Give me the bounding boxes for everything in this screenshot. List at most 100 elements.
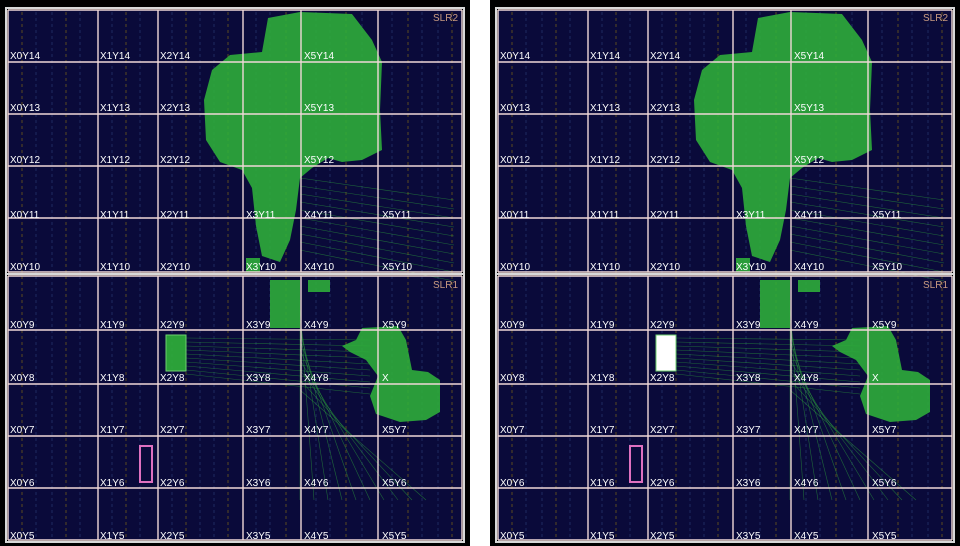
clock-region-label: X2Y11	[650, 210, 680, 221]
placement-cluster-x3y9	[760, 280, 790, 328]
clock-region-label: X0Y10	[10, 262, 40, 273]
clock-region-label: X4Y8	[794, 373, 819, 384]
clock-region-label: X3Y9	[736, 320, 761, 331]
clock-region-label: X3Y11	[246, 210, 276, 221]
clock-region-label: X0Y9	[10, 320, 35, 331]
clock-region-label: X1Y11	[100, 210, 130, 221]
pblock-x2y8-selected	[655, 334, 677, 372]
device-canvas-right[interactable]: SLR2 SLR1 X0Y14 X1Y14 X2Y14 X5Y14 X0Y13 X1Y13 X2…	[490, 0, 960, 546]
clock-region-label: X1Y7	[100, 425, 125, 436]
clock-region-label: X2Y10	[160, 262, 190, 273]
clock-region-label: X0Y14	[10, 51, 40, 62]
clock-region-label: X0Y11	[500, 210, 530, 221]
clock-region-label: X2Y6	[160, 478, 185, 489]
clock-region-label: X0Y10	[500, 262, 530, 273]
clock-region-label: X0Y8	[500, 373, 525, 384]
clock-region-label: X2Y12	[160, 155, 190, 166]
clock-region-label: X4Y9	[304, 320, 329, 331]
clock-region-label: X5Y13	[794, 103, 824, 114]
clock-region-label: X5Y12	[304, 155, 334, 166]
placement-cluster-x4y9	[798, 280, 820, 292]
clock-region-label: X0Y12	[10, 155, 40, 166]
clock-region-label: X1Y5	[100, 531, 125, 542]
clock-region-label: X0Y14	[500, 51, 530, 62]
clock-region-label: X5Y9	[382, 320, 407, 331]
clock-region-label: X5Y14	[794, 51, 824, 62]
clock-region-label: X5Y10	[872, 262, 902, 273]
clock-region-label: X4Y7	[304, 425, 329, 436]
clock-region-label: X1Y6	[590, 478, 615, 489]
slr2-label: SLR2	[433, 13, 458, 24]
clock-region-label: X5Y7	[382, 425, 407, 436]
clock-region-label: X1Y5	[590, 531, 615, 542]
clock-region-label: X5Y11	[382, 210, 412, 221]
clock-region-label: X5Y10	[382, 262, 412, 273]
clock-region-label: X3Y8	[736, 373, 761, 384]
clock-region-label: X4Y10	[304, 262, 334, 273]
clock-region-label: X4Y6	[794, 478, 819, 489]
clock-region-label: X4Y6	[304, 478, 329, 489]
clock-region-label: X3Y9	[246, 320, 271, 331]
device-view-left[interactable]: SLR2 SLR1 X0Y14 X1Y14 X2Y14 X5Y14 X0Y13 X1Y13 X2…	[0, 0, 470, 546]
clock-region-label: X4Y11	[304, 210, 334, 221]
clock-region-label: X2Y10	[650, 262, 680, 273]
clock-region-label: X2Y9	[650, 320, 675, 331]
clock-region-label: X1Y12	[100, 155, 130, 166]
clock-region-label: X0Y9	[500, 320, 525, 331]
device-view-right[interactable]: SLR2 SLR1 X0Y14 X1Y14 X2Y14 X5Y14 X0Y13 X1Y13 X2…	[490, 0, 960, 546]
clock-region-label: X2Y8	[160, 373, 185, 384]
clock-region-label: X2Y6	[650, 478, 675, 489]
clock-region-label: X1Y10	[590, 262, 620, 273]
clock-region-label: X1Y7	[590, 425, 615, 436]
clock-region-label: X5Y9	[872, 320, 897, 331]
clock-region-label: X4Y7	[794, 425, 819, 436]
clock-region-label: X3Y10	[246, 262, 276, 273]
clock-region-label: X5Y11	[872, 210, 902, 221]
placement-cluster-x4y9	[308, 280, 330, 292]
clock-region-label: X4Y5	[304, 531, 329, 542]
clock-region-label: X2Y8	[650, 373, 675, 384]
clock-region-label: X3Y5	[246, 531, 271, 542]
clock-region-label: X2Y7	[650, 425, 675, 436]
clock-region-label: X1Y13	[100, 103, 130, 114]
clock-region-label: X5Y6	[872, 478, 897, 489]
clock-region-label: X1Y9	[100, 320, 125, 331]
clock-region-label: X2Y13	[650, 103, 680, 114]
clock-region-label: X0Y7	[500, 425, 525, 436]
clock-region-label: X3Y11	[736, 210, 766, 221]
clock-region-label: X1Y13	[590, 103, 620, 114]
device-canvas-left[interactable]: SLR2 SLR1 X0Y14 X1Y14 X2Y14 X5Y14 X0Y13 X1Y13 X2…	[0, 0, 470, 546]
clock-region-label: X3Y7	[246, 425, 271, 436]
clock-region-label: X0Y11	[10, 210, 40, 221]
clock-region-label: X0Y5	[10, 531, 35, 542]
clock-region-label: X3Y10	[736, 262, 766, 273]
clock-region-label: X1Y6	[100, 478, 125, 489]
clock-region-label: X1Y8	[590, 373, 615, 384]
clock-region-label: X3Y6	[246, 478, 271, 489]
slr1-label: SLR1	[923, 280, 948, 291]
clock-region-label: X0Y5	[500, 531, 525, 542]
clock-region-label: X5Y5	[382, 531, 407, 542]
pblock-x2y8	[165, 334, 187, 372]
slr1-label: SLR1	[433, 280, 458, 291]
clock-region-label: X5Y7	[872, 425, 897, 436]
clock-region-label: X2Y5	[650, 531, 675, 542]
clock-region-label: X1Y9	[590, 320, 615, 331]
clock-region-label: X2Y5	[160, 531, 185, 542]
clock-region-label: X5Y14	[304, 51, 334, 62]
clock-region-label: X4Y8	[304, 373, 329, 384]
clock-region-label: X1Y8	[100, 373, 125, 384]
clock-region-label: X0Y13	[10, 103, 40, 114]
clock-region-label: X2Y12	[650, 155, 680, 166]
clock-region-label: X0Y8	[10, 373, 35, 384]
clock-region-label: X3Y6	[736, 478, 761, 489]
clock-region-label: X	[872, 373, 879, 384]
clock-region-label: X3Y8	[246, 373, 271, 384]
clock-region-label: X1Y14	[100, 51, 130, 62]
clock-region-label: X2Y13	[160, 103, 190, 114]
clock-region-label: X2Y14	[160, 51, 190, 62]
clock-region-label: X1Y14	[590, 51, 620, 62]
clock-region-label: X4Y9	[794, 320, 819, 331]
clock-region-label: X0Y7	[10, 425, 35, 436]
clock-region-label: X3Y5	[736, 531, 761, 542]
